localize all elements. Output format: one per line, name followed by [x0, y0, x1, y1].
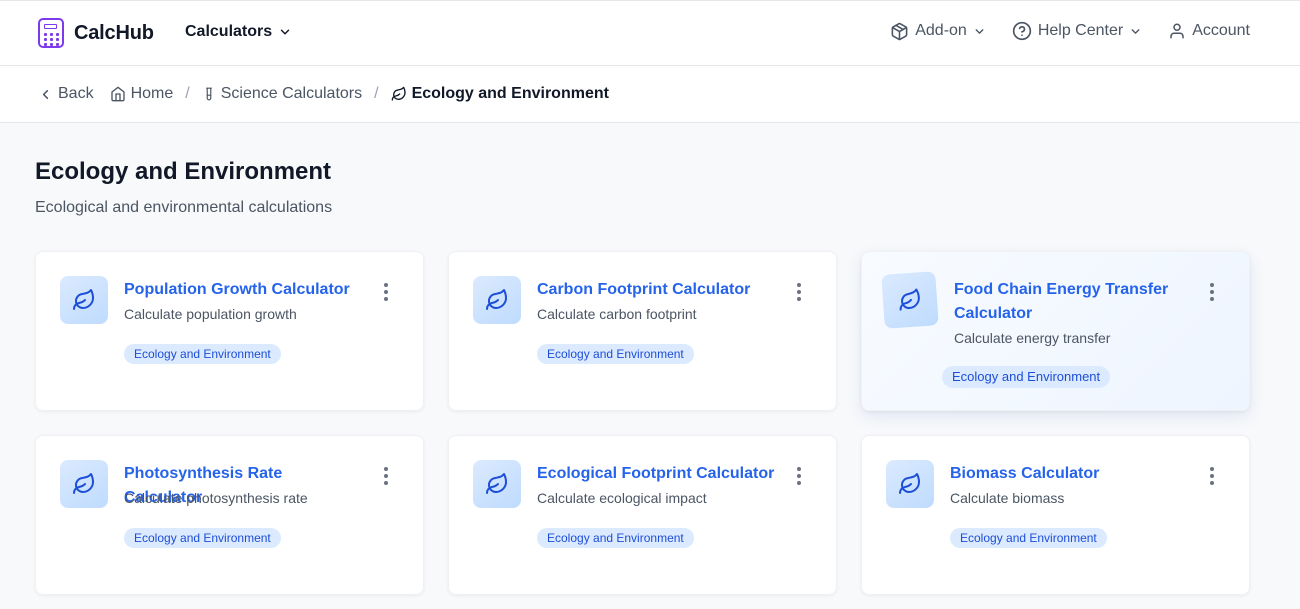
card-icon-box	[60, 276, 108, 324]
calculator-icon	[38, 18, 64, 48]
leaf-icon	[899, 288, 920, 311]
current-page-crumb: Ecology and Environment	[391, 85, 609, 103]
logo[interactable]: CalcHub	[38, 18, 154, 48]
category-badge: Ecology and Environment	[124, 528, 281, 548]
leaf-icon	[391, 86, 406, 101]
help-center-menu[interactable]: Help Center	[1012, 21, 1142, 41]
category-badge: Ecology and Environment	[942, 366, 1111, 388]
page-title: Ecology and Environment	[35, 158, 332, 185]
top-header: CalcHub Calculators Add-on Help Center A…	[0, 0, 1300, 66]
more-options-icon[interactable]	[1209, 467, 1215, 485]
help-center-label: Help Center	[1037, 22, 1124, 39]
calculators-menu-label: Calculators	[185, 23, 273, 40]
category-badge: Ecology and Environment	[537, 528, 694, 548]
addon-menu[interactable]: Add-on	[890, 22, 986, 41]
breadcrumb-separator: /	[185, 85, 190, 102]
card-icon-box	[473, 460, 521, 508]
calculator-card[interactable]: Biomass Calculator Calculate biomass Ecolo…	[861, 435, 1250, 595]
calculators-menu[interactable]: Calculators	[185, 23, 292, 41]
calculator-card[interactable]: Ecological Footprint Calculator Calculate…	[448, 435, 837, 595]
page-subtitle: Ecological and environmental calculation…	[35, 199, 333, 216]
account-menu[interactable]: Account	[1168, 22, 1250, 40]
card-description: Calculate ecological impact	[537, 490, 707, 506]
category-badge: Ecology and Environment	[950, 528, 1107, 548]
home-link[interactable]: Home	[110, 85, 174, 103]
card-description: Calculate biomass	[950, 490, 1065, 506]
test-tube-icon	[205, 87, 212, 101]
science-calculators-label: Science Calculators	[220, 85, 363, 102]
breadcrumb-bar: Back Home / Science Calculators / Ecolog…	[0, 66, 1300, 123]
current-page-label: Ecology and Environment	[411, 85, 609, 102]
leaf-icon	[899, 473, 920, 494]
leaf-icon	[73, 473, 94, 494]
app-name: CalcHub	[74, 21, 154, 44]
home-icon	[110, 86, 125, 102]
chevron-down-icon	[1131, 28, 1140, 34]
card-description: Calculate carbon footprint	[537, 306, 697, 322]
calculator-card[interactable]: Carbon Footprint Calculator Calculate car…	[448, 251, 837, 411]
home-label: Home	[130, 85, 174, 102]
card-icon-box	[881, 271, 939, 329]
science-calculators-link[interactable]: Science Calculators	[202, 85, 362, 103]
chevron-down-icon	[280, 29, 290, 35]
calculator-card[interactable]: Food Chain Energy Transfer Calculator Cal…	[861, 251, 1250, 411]
help-circle-icon	[1012, 21, 1031, 41]
more-options-icon[interactable]	[383, 283, 389, 301]
category-badge: Ecology and Environment	[537, 344, 694, 364]
card-title[interactable]: Biomass Calculator	[950, 462, 1190, 486]
card-title[interactable]: Ecological Footprint Calculator	[537, 462, 777, 486]
breadcrumb-separator: /	[374, 85, 379, 102]
more-options-icon[interactable]	[796, 283, 802, 301]
leaf-icon	[73, 289, 94, 310]
more-options-icon[interactable]	[1209, 283, 1215, 301]
back-link[interactable]: Back	[38, 85, 94, 103]
addon-label: Add-on	[915, 22, 967, 39]
card-description: Calculate population growth	[124, 306, 297, 322]
chevron-down-icon	[975, 28, 984, 34]
user-icon	[1170, 23, 1184, 39]
account-label: Account	[1192, 22, 1250, 39]
back-label: Back	[58, 85, 94, 102]
calculator-card[interactable]: Photosynthesis Rate Calculator Calculate …	[35, 435, 424, 595]
card-title[interactable]: Carbon Footprint Calculator	[537, 278, 777, 302]
leaf-icon	[486, 473, 507, 494]
card-icon-box	[60, 460, 108, 508]
breadcrumb: Back Home / Science Calculators / Ecolog…	[38, 85, 609, 103]
card-title[interactable]: Population Growth Calculator	[124, 278, 364, 302]
leaf-icon	[486, 289, 507, 310]
more-options-icon[interactable]	[796, 467, 802, 485]
package-icon	[891, 22, 908, 40]
card-icon-box	[473, 276, 521, 324]
card-description: Calculate photosynthesis rate	[124, 490, 308, 506]
more-options-icon[interactable]	[383, 467, 389, 485]
chevron-left-icon	[42, 89, 49, 99]
card-description: Calculate energy transfer	[954, 330, 1111, 346]
card-icon-box	[886, 460, 934, 508]
category-badge: Ecology and Environment	[124, 344, 281, 364]
calculator-card[interactable]: Population Growth Calculator Calculate po…	[35, 251, 424, 411]
card-title[interactable]: Food Chain Energy Transfer Calculator	[954, 278, 1184, 326]
